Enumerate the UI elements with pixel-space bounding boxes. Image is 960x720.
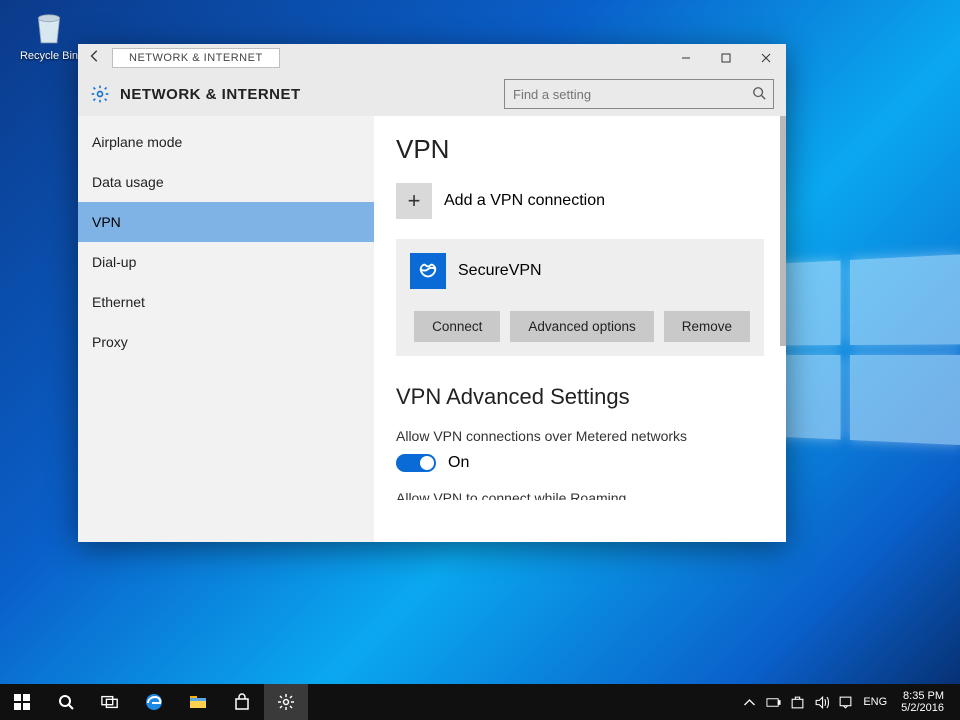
task-view-button[interactable] — [88, 684, 132, 720]
titlebar[interactable]: NETWORK & INTERNET — [78, 44, 786, 72]
metered-label: Allow VPN connections over Metered netwo… — [396, 428, 764, 444]
page-title: NETWORK & INTERNET — [120, 86, 301, 103]
advanced-options-button[interactable]: Advanced options — [510, 311, 653, 342]
settings-header: NETWORK & INTERNET — [78, 72, 786, 116]
close-button[interactable] — [746, 44, 786, 72]
recycle-bin[interactable]: Recycle Bin — [14, 6, 84, 62]
tray-language[interactable]: ENG — [857, 696, 893, 708]
roaming-label-cut: Allow VPN to connect while Roaming — [396, 490, 764, 500]
search-input[interactable] — [504, 79, 774, 109]
desktop: Recycle Bin NETWORK & INTERNET NETWORK &… — [0, 0, 960, 720]
settings-window: NETWORK & INTERNET NETWORK & INTERNET Ai… — [78, 44, 786, 542]
sidebar-item-proxy[interactable]: Proxy — [78, 322, 374, 362]
tray-notifications-icon[interactable] — [833, 695, 857, 710]
taskbar-search-button[interactable] — [44, 684, 88, 720]
vpn-entry[interactable]: SecureVPN Connect Advanced options Remov… — [396, 239, 764, 356]
tray-network-icon[interactable] — [785, 695, 809, 710]
tray-battery-icon[interactable] — [761, 695, 785, 710]
taskbar-store[interactable] — [220, 684, 264, 720]
metered-state: On — [448, 454, 469, 472]
remove-button[interactable]: Remove — [664, 311, 750, 342]
taskbar-edge[interactable] — [132, 684, 176, 720]
main-panel: VPN + Add a VPN connection SecureVPN — [374, 116, 786, 542]
taskbar-settings[interactable] — [264, 684, 308, 720]
start-button[interactable] — [0, 684, 44, 720]
metered-toggle[interactable] — [396, 454, 436, 472]
recycle-bin-icon — [28, 6, 70, 48]
system-tray: ENG 8:35 PM 5/2/2016 — [737, 684, 960, 720]
window-tab-title: NETWORK & INTERNET — [112, 48, 280, 68]
tray-chevron-up-icon[interactable] — [737, 695, 761, 710]
maximize-button[interactable] — [706, 44, 746, 72]
sidebar: Airplane mode Data usage VPN Dial-up Eth… — [78, 116, 374, 542]
taskbar: ENG 8:35 PM 5/2/2016 — [0, 684, 960, 720]
scrollbar[interactable] — [780, 116, 786, 346]
section-heading-advanced: VPN Advanced Settings — [396, 384, 764, 410]
tray-volume-icon[interactable] — [809, 695, 833, 710]
add-vpn-button[interactable]: + Add a VPN connection — [396, 183, 764, 219]
section-heading-vpn: VPN — [396, 134, 764, 165]
gear-icon — [90, 84, 110, 104]
sidebar-item-dial-up[interactable]: Dial-up — [78, 242, 374, 282]
vpn-name: SecureVPN — [458, 262, 542, 280]
tray-time: 8:35 PM — [901, 690, 944, 702]
back-button[interactable] — [78, 49, 112, 67]
sidebar-item-airplane-mode[interactable]: Airplane mode — [78, 122, 374, 162]
tray-clock[interactable]: 8:35 PM 5/2/2016 — [893, 690, 952, 714]
taskbar-file-explorer[interactable] — [176, 684, 220, 720]
search-icon — [752, 86, 766, 105]
minimize-button[interactable] — [666, 44, 706, 72]
tray-date: 5/2/2016 — [901, 702, 944, 714]
sidebar-item-ethernet[interactable]: Ethernet — [78, 282, 374, 322]
sidebar-item-vpn[interactable]: VPN — [78, 202, 374, 242]
vpn-icon — [410, 253, 446, 289]
add-vpn-label: Add a VPN connection — [444, 192, 605, 210]
plus-icon: + — [396, 183, 432, 219]
sidebar-item-data-usage[interactable]: Data usage — [78, 162, 374, 202]
recycle-bin-label: Recycle Bin — [20, 50, 78, 62]
connect-button[interactable]: Connect — [414, 311, 500, 342]
